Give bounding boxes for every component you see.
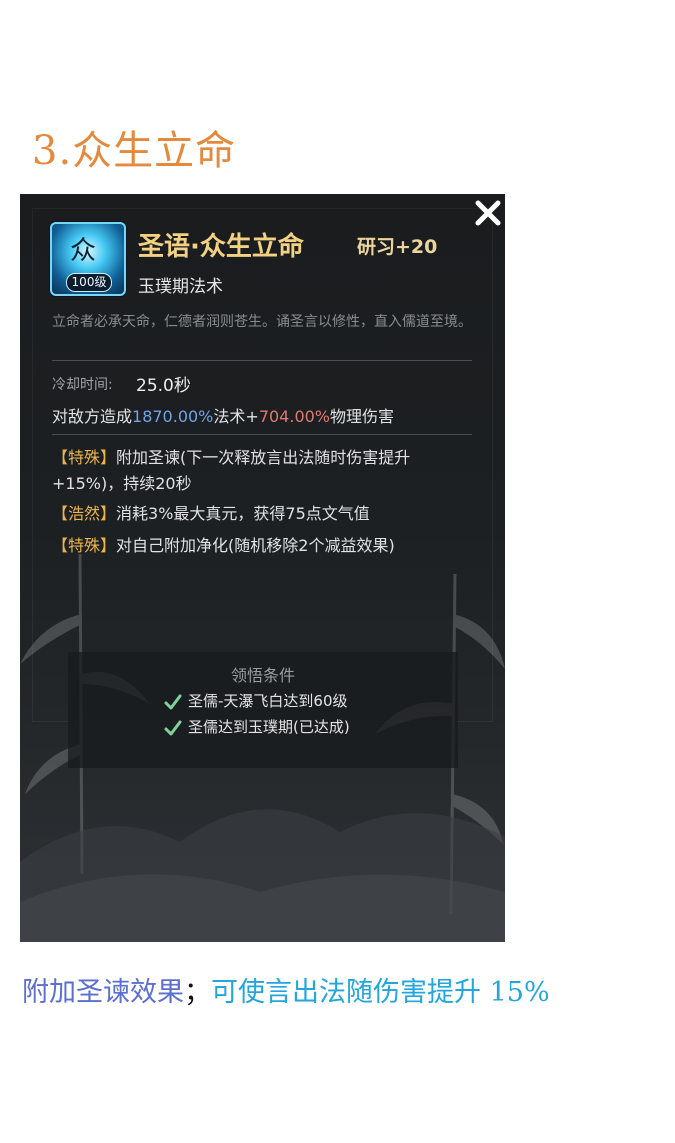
skill-level-badge: 100级 (66, 273, 112, 292)
divider (52, 360, 472, 361)
skill-type: 玉璞期法术 (138, 277, 223, 297)
effect-tag: 【特殊】 (52, 448, 117, 467)
condition-item: 圣儒达到玉璞期(已达成) (164, 716, 350, 737)
skill-icon-glyph: 众 (70, 236, 97, 266)
effect-item: 【特殊】对自己附加净化(随机移除2个减益效果) (52, 533, 472, 559)
condition-text: 圣儒-天瀑飞白达到60级 (188, 692, 348, 710)
caption-part2: ； (184, 977, 211, 1008)
physical-damage-pct: 704.00% (258, 407, 330, 426)
close-icon[interactable] (474, 199, 502, 227)
skill-tooltip-panel: 众 100级 圣语·众生立命 研习+20 玉璞期法术 立命者必承天命，仁德者润则… (20, 194, 505, 942)
condition-item: 圣儒-天瀑飞白达到60级 (164, 690, 348, 711)
caption: 附加圣谏效果；可使言出法随伤害提升 15% (22, 970, 550, 1009)
skill-icon: 众 100级 (50, 222, 126, 296)
comprehension-conditions: 领悟条件 圣儒-天瀑飞白达到60级 圣儒达到玉璞期(已达成) (68, 652, 458, 768)
section-heading: 3.众生立命 (32, 128, 237, 174)
effect-text: 对自己附加净化(随机移除2个减益效果) (116, 536, 395, 555)
mountain-decoration (20, 809, 505, 942)
magic-damage-label: 法术+ (213, 407, 259, 426)
check-icon (164, 720, 182, 735)
cooldown-value: 25.0秒 (136, 376, 191, 396)
skill-name: 圣语·众生立命 (138, 232, 304, 262)
effect-text: 消耗3%最大真元，获得75点文气值 (116, 504, 370, 523)
magic-damage-pct: 1870.00% (132, 407, 214, 426)
divider (52, 434, 472, 435)
skill-study-level: 研习+20 (357, 236, 438, 258)
check-icon (164, 694, 182, 709)
effect-tag: 【浩然】 (52, 504, 117, 523)
cooldown-label: 冷却时间: (52, 377, 113, 393)
physical-damage-label: 物理伤害 (330, 407, 395, 426)
condition-text: 圣儒达到玉璞期(已达成) (188, 718, 350, 736)
effect-item: 【特殊】附加圣谏(下一次释放言出法随时伤害提升+15%)，持续20秒 (52, 445, 472, 497)
effect-item: 【浩然】消耗3%最大真元，获得75点文气值 (52, 501, 472, 527)
damage-prefix: 对敌方造成 (52, 407, 133, 426)
caption-part3: 可使言出法随伤害提升 15% (211, 977, 550, 1008)
damage-line: 对敌方造成1870.00%法术+704.00%物理伤害 (52, 403, 394, 427)
effect-tag: 【特殊】 (52, 536, 117, 555)
skill-description: 立命者必承天命，仁德者润则苍生。诵圣言以修性，直入儒道至境。 (52, 314, 472, 330)
caption-part1: 附加圣谏效果 (22, 977, 184, 1008)
conditions-title: 领悟条件 (230, 666, 295, 685)
